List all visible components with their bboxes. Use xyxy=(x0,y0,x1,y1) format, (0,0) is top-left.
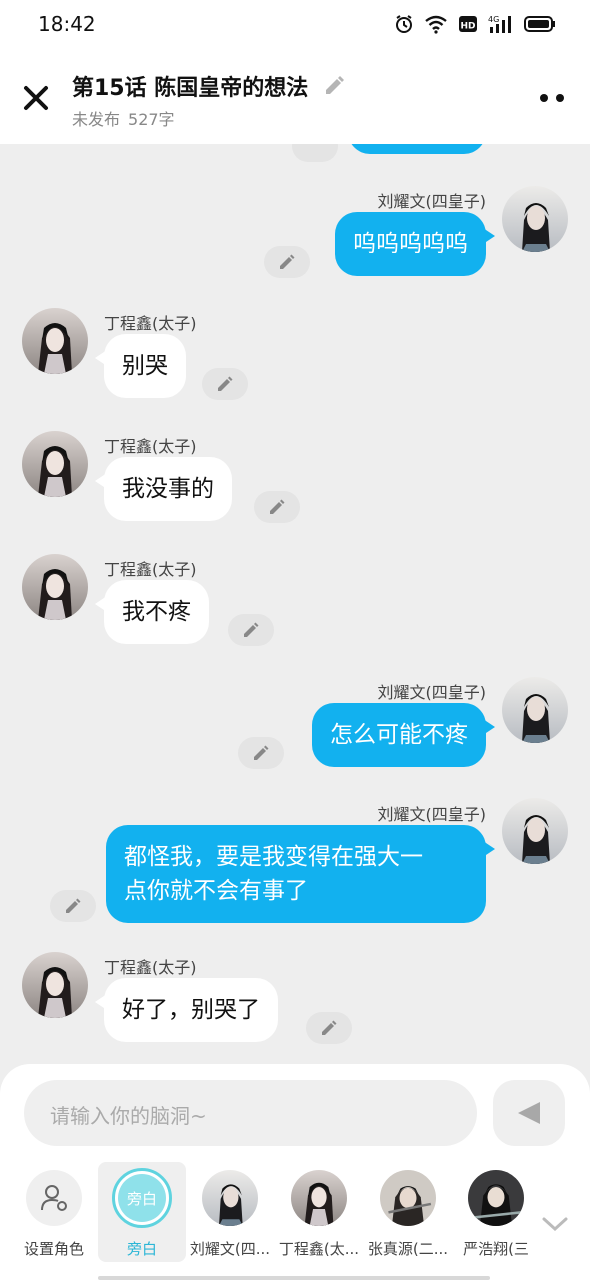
message-bubble[interactable]: 怎么可能不疼 xyxy=(312,703,495,767)
chat-area[interactable]: 刘耀文(四皇子) 呜呜呜呜呜 丁程鑫(太子) 别哭 丁程鑫(太子) 我没事的 丁… xyxy=(0,144,590,1064)
avatar xyxy=(291,1170,347,1226)
editor-header: 第15话 陈国皇帝的想法 未发布 527字 xyxy=(0,52,590,144)
avatar[interactable] xyxy=(22,431,88,497)
speaker-name: 刘耀文(四皇子) xyxy=(377,192,487,211)
role-label: 张真源(二... xyxy=(367,1240,449,1258)
title-row: 第15话 陈国皇帝的想法 xyxy=(72,70,346,102)
composer-panel: 请输入你的脑洞~ 设置角色 旁白 旁白 刘耀文(四... 丁程鑫(太... 张真… xyxy=(0,1064,590,1280)
chapter-title: 第15话 陈国皇帝的想法 xyxy=(72,76,309,101)
avatar[interactable] xyxy=(502,677,568,743)
role-label: 刘耀文(四... xyxy=(189,1240,271,1258)
pencil-icon xyxy=(244,622,259,637)
role-label: 丁程鑫(太... xyxy=(278,1240,360,1258)
message-bubble[interactable]: 我不疼 xyxy=(95,580,209,644)
speaker-name: 刘耀文(四皇子) xyxy=(377,683,487,702)
role-zhang-zhenyuan[interactable]: 张真源(二... xyxy=(364,1162,452,1262)
message-bubble[interactable]: 我没事的 xyxy=(95,457,232,521)
word-count: 527字 xyxy=(128,110,175,129)
pencil-icon xyxy=(322,1020,337,1035)
message-bubble-cut[interactable] xyxy=(348,144,486,154)
avatar[interactable] xyxy=(22,308,88,374)
speaker-name: 丁程鑫(太子) xyxy=(104,560,197,579)
message-input[interactable]: 请输入你的脑洞~ xyxy=(24,1080,477,1146)
avatar xyxy=(202,1170,258,1226)
role-yan-haoxiang[interactable]: 严浩翔(三 xyxy=(452,1162,540,1262)
role-ding-chengxin[interactable]: 丁程鑫(太... xyxy=(275,1162,363,1262)
battery-icon xyxy=(524,16,555,32)
svg-text:4G: 4G xyxy=(488,15,499,24)
edit-message-button[interactable] xyxy=(306,1012,352,1044)
signal-icon: 4G xyxy=(488,15,511,33)
avatar[interactable] xyxy=(22,952,88,1018)
edit-message-button[interactable] xyxy=(238,737,284,769)
chapter-meta: 未发布 527字 xyxy=(72,106,175,130)
role-scrollbar[interactable] xyxy=(98,1276,490,1280)
role-label: 旁白 xyxy=(126,1240,157,1258)
avatar[interactable] xyxy=(502,186,568,252)
role-liu-yaowen[interactable]: 刘耀文(四... xyxy=(186,1162,274,1262)
chevron-down-icon[interactable] xyxy=(540,1214,570,1234)
wifi-icon xyxy=(425,15,447,34)
message-bubble[interactable]: 别哭 xyxy=(95,334,186,398)
status-icons: HD 4G xyxy=(394,14,556,34)
role-label: 严浩翔(三 xyxy=(463,1240,529,1258)
edit-message-button[interactable] xyxy=(228,614,274,646)
avatar[interactable] xyxy=(502,798,568,864)
publish-status: 未发布 xyxy=(72,110,121,129)
status-bar: 18:42 HD 4G xyxy=(0,0,590,52)
edit-title-icon[interactable] xyxy=(322,74,346,98)
message-line: 点你就不会有事了 xyxy=(124,878,308,904)
send-icon xyxy=(518,1102,540,1124)
role-picker: 设置角色 旁白 旁白 刘耀文(四... 丁程鑫(太... 张真源(二... 严浩… xyxy=(0,1162,590,1272)
pencil-icon xyxy=(280,254,295,269)
svg-text:HD: HD xyxy=(460,22,475,32)
hd-icon: HD xyxy=(459,16,477,32)
person-gear-icon xyxy=(26,1170,82,1226)
speaker-name: 丁程鑫(太子) xyxy=(104,437,197,456)
speaker-name: 刘耀文(四皇子) xyxy=(377,805,487,824)
role-setup[interactable]: 设置角色 xyxy=(10,1162,98,1262)
speaker-name: 丁程鑫(太子) xyxy=(104,314,197,333)
narrator-badge: 旁白 xyxy=(112,1168,172,1228)
message-line: 都怪我，要是我变得在强大一 xyxy=(124,844,423,870)
avatar xyxy=(380,1170,436,1226)
close-icon[interactable] xyxy=(18,80,54,116)
avatar xyxy=(468,1170,524,1226)
speaker-name: 丁程鑫(太子) xyxy=(104,958,197,977)
edit-message-button[interactable] xyxy=(202,368,248,400)
edit-message-button[interactable] xyxy=(50,890,96,922)
pencil-icon xyxy=(254,745,269,760)
message-bubble[interactable]: 呜呜呜呜呜 xyxy=(335,212,495,276)
edit-message-button[interactable] xyxy=(292,144,338,162)
status-time: 18:42 xyxy=(38,12,96,36)
role-label: 设置角色 xyxy=(23,1240,84,1258)
edit-message-button[interactable] xyxy=(264,246,310,278)
pencil-icon xyxy=(66,898,81,913)
pencil-icon xyxy=(270,499,285,514)
send-button[interactable] xyxy=(493,1080,565,1146)
message-bubble[interactable]: 都怪我，要是我变得在强大一 点你就不会有事了 xyxy=(106,825,495,923)
avatar[interactable] xyxy=(22,554,88,620)
role-narrator[interactable]: 旁白 旁白 xyxy=(98,1162,186,1262)
edit-message-button[interactable] xyxy=(254,491,300,523)
message-bubble[interactable]: 好了，别哭了 xyxy=(95,978,278,1042)
more-icon[interactable] xyxy=(536,88,568,108)
alarm-icon xyxy=(396,15,412,33)
pencil-icon xyxy=(218,376,233,391)
